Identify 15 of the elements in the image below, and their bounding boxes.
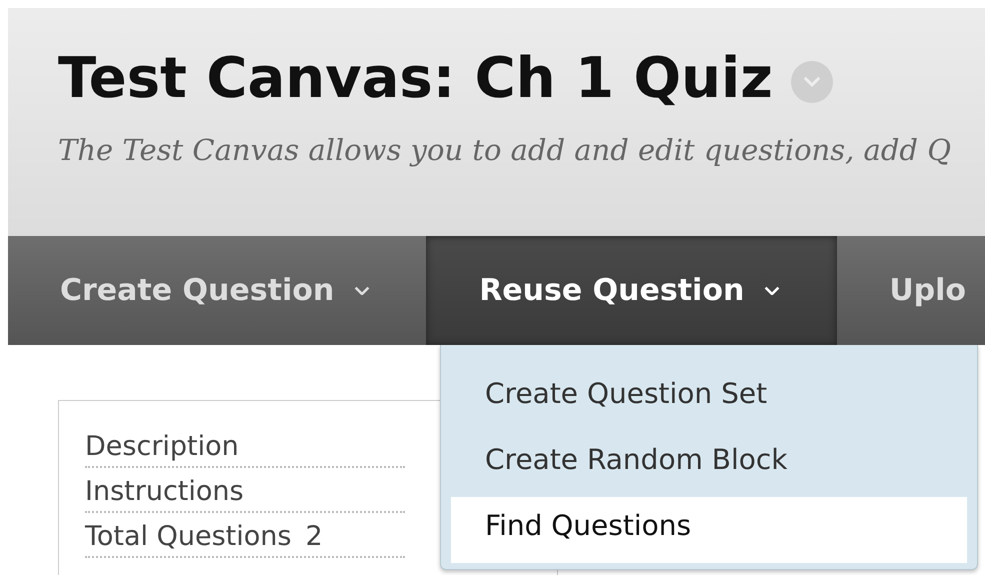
info-value: 2 (305, 521, 323, 552)
menu-item[interactable]: Create Random Block (451, 431, 967, 497)
nav-tab[interactable]: Create Question (8, 236, 426, 345)
info-label: Description (85, 431, 239, 462)
page-title: Test Canvas: Ch 1 Quiz (58, 46, 773, 111)
nav-tab[interactable]: Uplo (837, 236, 985, 345)
info-label: Instructions (85, 476, 244, 507)
chevron-icon (354, 286, 370, 296)
page-description: The Test Canvas allows you to add and edit questions, add Q (58, 133, 952, 167)
menu-item[interactable]: Create Question Set (451, 365, 967, 431)
nav-tab[interactable]: Reuse Question (426, 236, 838, 345)
menu-item[interactable]: Find Questions (451, 497, 967, 563)
options-menu-icon[interactable] (790, 60, 833, 102)
chevron-icon (764, 286, 780, 296)
info-label: Total Questions (85, 521, 292, 552)
